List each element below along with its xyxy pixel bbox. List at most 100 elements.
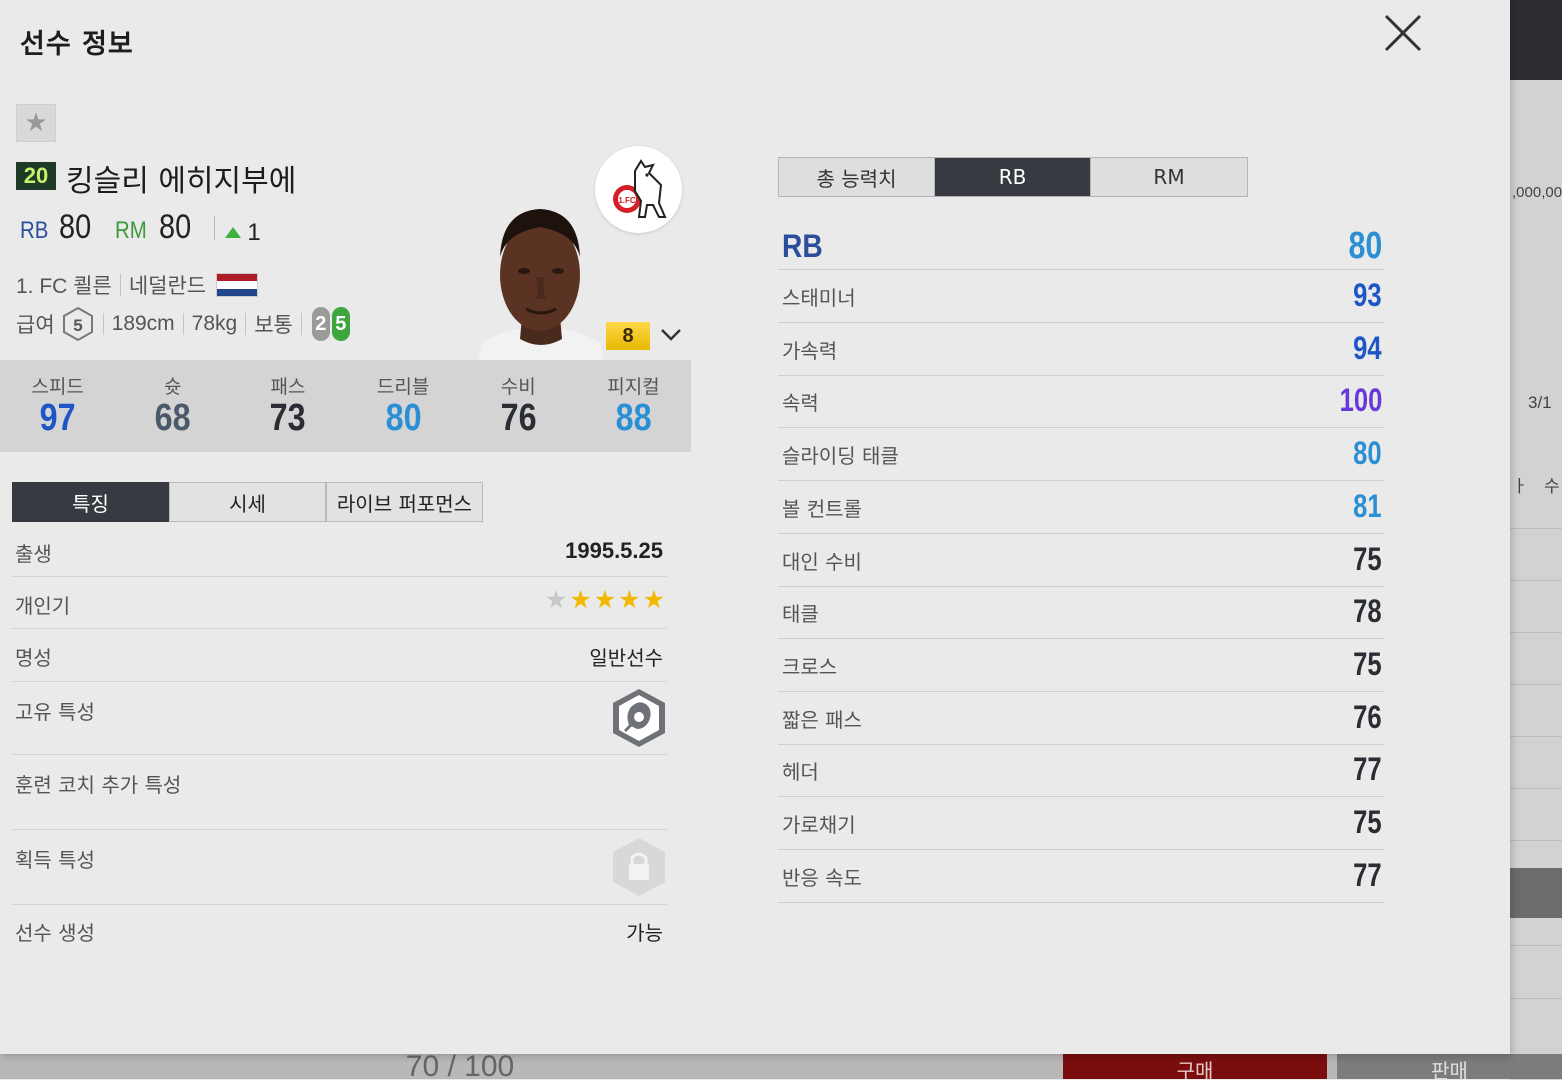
physical-info-row: 급여 5 189cm 78kg 보통 2 5 (16, 306, 350, 342)
attribute-label: 반응 속도 (782, 865, 862, 890)
acquired-trait-label: 획득 특성 (15, 848, 95, 872)
svg-text:1.FC: 1.FC (618, 196, 636, 205)
player-photo (478, 205, 604, 361)
attribute-value: 78 (1353, 593, 1382, 630)
reputation-label: 명성 (15, 646, 52, 670)
tab-market-price[interactable]: 시세 (169, 482, 326, 522)
tab-rm[interactable]: RM (1091, 158, 1247, 196)
attribute-label: 크로스 (782, 654, 838, 679)
tab-total-stats[interactable]: 총 능력치 (779, 158, 935, 196)
attribute-row: 볼 컨트롤 81 (778, 481, 1384, 534)
club-nation-row: 1. FC 쾰른 네덜란드 (16, 270, 259, 300)
attribute-value: 100 (1339, 382, 1382, 419)
attribute-value: 75 (1353, 645, 1382, 682)
attribute-row: 헤더 77 (778, 744, 1384, 798)
attribute-value: 77 (1353, 856, 1382, 893)
skill-stars: ★ ★ ★ ★ ★ (545, 587, 665, 612)
attribute-row: 대인 수비 75 (778, 534, 1384, 587)
attribute-header-position: RB (782, 228, 823, 264)
attribute-label: 짧은 패스 (782, 707, 862, 732)
player-creation-label: 선수 생성 (15, 921, 95, 945)
position-label: RB (20, 217, 49, 244)
reputation-value: 일반선수 (589, 646, 663, 670)
attribute-row: 가속력 94 (778, 323, 1384, 376)
birth-row: 출생 1995.5.25 (12, 530, 667, 577)
attribute-row: 속력 100 (778, 375, 1384, 429)
tab-traits[interactable]: 특징 (12, 482, 169, 522)
stat-value: 88 (615, 397, 652, 439)
attribute-value: 75 (1353, 804, 1382, 840)
tab-rb[interactable]: RB (935, 158, 1091, 196)
stat-label: 피지컬 (607, 376, 660, 398)
netherlands-flag-icon (216, 273, 259, 297)
attribute-label: 속력 (782, 391, 819, 416)
unique-trait-row: 고유 특성 (12, 682, 667, 755)
player-creation-value: 가능 (626, 921, 663, 945)
player-info-modal: 선수 정보 ★ 20 킹슬리 에히지부에 RB 80 RM 80 1 1. FC… (0, 0, 1510, 1054)
attribute-row: 짧은 패스 76 (778, 692, 1384, 745)
tab-live-performance[interactable]: 라이브 퍼포먼스 (326, 482, 483, 522)
attribute-row: 가로채기 75 (778, 797, 1384, 850)
sell-button[interactable]: 판매 (1337, 1054, 1562, 1079)
stat-label: 드리블 (376, 376, 430, 398)
left-foot-badge: 2 (311, 307, 330, 341)
detail-tabs: 특징 시세 라이브 퍼포먼스 (12, 482, 483, 522)
star-empty-icon: ★ (544, 585, 568, 614)
attribute-row: 스태미너 93 (778, 270, 1384, 323)
birth-label: 출생 (15, 542, 52, 566)
background-col-a: ㅏ (1512, 477, 1528, 496)
background-footer (0, 1054, 1562, 1079)
skill-moves-row: 개인기 ★ ★ ★ ★ ★ (12, 577, 667, 629)
attribute-label: 슬라이딩 태클 (782, 444, 899, 469)
attribute-label: 가로채기 (782, 813, 856, 837)
salary-hexagon-icon: 5 (61, 306, 95, 342)
background-header (1510, 0, 1562, 80)
body-type: 보통 (254, 313, 293, 337)
stat-label: 스피드 (31, 376, 84, 398)
stat-label: 수비 (500, 376, 536, 398)
attribute-row: 반응 속도 77 (778, 850, 1384, 903)
star-filled-icon: ★ (642, 585, 665, 614)
buy-button[interactable]: 구매 (1063, 1054, 1327, 1079)
background-page-indicator: 3/1 (1528, 393, 1552, 412)
chevron-down-icon[interactable] (658, 322, 684, 348)
position-ovr: 80 (59, 208, 92, 246)
attribute-value: 75 (1353, 540, 1382, 577)
lock-icon (611, 836, 667, 902)
background-dark-row (1510, 868, 1562, 918)
background-numbers: ,000,00 (1512, 184, 1562, 201)
trait-glove-icon[interactable] (611, 687, 667, 753)
height: 189cm (111, 312, 175, 335)
attribute-label: 가속력 (782, 338, 838, 363)
birth-value: 1995.5.25 (565, 538, 663, 563)
attribute-label: 스태미너 (782, 286, 856, 310)
favorite-star-button[interactable]: ★ (16, 104, 56, 142)
attribute-row: 크로스 75 (778, 639, 1384, 692)
close-icon[interactable] (1382, 12, 1424, 54)
salary-value: 5 (73, 316, 82, 335)
player-name: 킹슬리 에히지부에 (66, 164, 297, 199)
attribute-header: RB 80 (778, 222, 1384, 270)
stat-column: 수비 76 (461, 360, 576, 452)
attribute-value: 81 (1353, 487, 1382, 524)
position-ratings: RB 80 RM 80 1 (20, 208, 261, 247)
star-filled-icon: ★ (569, 585, 592, 614)
coach-trait-label: 훈련 코치 추가 특성 (15, 773, 182, 797)
unique-trait-label: 고유 특성 (15, 700, 95, 724)
attribute-row: 슬라이딩 태클 80 (778, 428, 1384, 482)
acquired-trait-row: 획득 특성 (12, 830, 667, 905)
coach-trait-row: 훈련 코치 추가 특성 (12, 755, 667, 830)
nation-name: 네덜란드 (128, 274, 207, 298)
modal-title: 선수 정보 (20, 29, 134, 60)
position-tabs: 총 능력치 RB RM (778, 157, 1248, 197)
stat-value: 97 (39, 397, 76, 439)
stat-label: 슛 (164, 376, 182, 398)
attribute-value: 77 (1353, 751, 1382, 788)
weight: 78kg (191, 312, 238, 335)
position-ovr: 80 (158, 208, 191, 246)
attribute-value: 76 (1353, 698, 1382, 735)
attribute-row: 태클 78 (778, 586, 1384, 640)
star-icon: ★ (24, 108, 48, 138)
attribute-value: 80 (1353, 435, 1382, 472)
stat-column: 피지컬 88 (576, 360, 691, 452)
